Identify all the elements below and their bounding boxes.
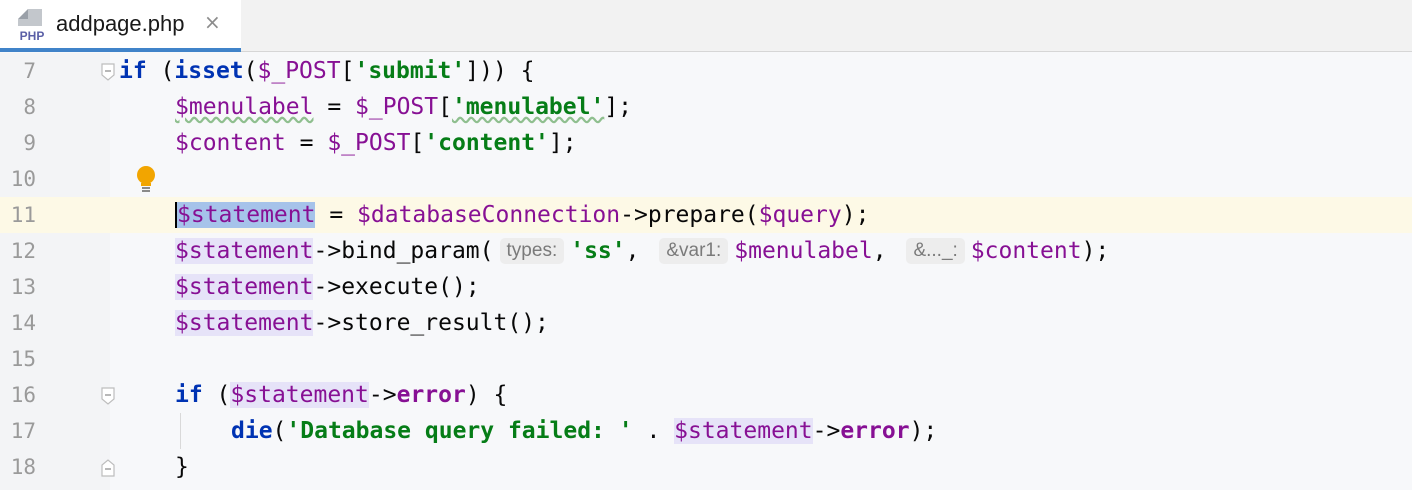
code-line-13: 13 $statement->execute();: [0, 269, 1412, 305]
fold-marker-icon[interactable]: [100, 387, 116, 405]
editor-tab-bar: PHP addpage.php ×: [0, 0, 1412, 52]
code-line-9: 9 $content = $_POST['content'];: [0, 125, 1412, 161]
fold-end-marker-icon[interactable]: [100, 459, 116, 477]
code-line-18: 18 }: [0, 449, 1412, 485]
line-number: 18: [10, 455, 36, 479]
line-number: 12: [10, 239, 36, 263]
line-number: 7: [23, 59, 36, 83]
fold-marker-icon[interactable]: [100, 63, 116, 81]
code-text: $statement = $databaseConnection->prepar…: [175, 202, 870, 228]
code-line-12: 12 $statement->bind_param(types:'ss', &v…: [0, 233, 1412, 269]
code-text: if (isset($_POST['submit'])) {: [119, 58, 535, 84]
selected-variable: $statement: [175, 202, 316, 228]
line-number: 13: [10, 275, 36, 299]
code-line-14: 14 $statement->store_result();: [0, 305, 1412, 341]
line-number: 17: [10, 419, 36, 443]
php-file-icon: PHP: [16, 9, 48, 42]
tab-label: addpage.php: [56, 11, 185, 36]
code-text: $statement->execute();: [175, 274, 480, 300]
code-line-7: 7 if (isset($_POST['submit'])) {: [0, 53, 1412, 89]
code-line-16: 16 if ($statement->error) {: [0, 377, 1412, 413]
code-line-15: 15: [0, 341, 1412, 377]
code-text: $statement->bind_param(types:'ss', &var1…: [175, 238, 1110, 264]
code-text: $menulabel = $_POST['menulabel'];: [175, 94, 633, 120]
line-number: 16: [10, 383, 36, 407]
lightbulb-icon[interactable]: [134, 165, 158, 195]
code-text: }: [175, 454, 189, 480]
code-line-17: 17 die('Database query failed: ' . $stat…: [0, 413, 1412, 449]
code-editor[interactable]: 7 if (isset($_POST['submit'])) { 8 $menu…: [0, 53, 1412, 490]
close-icon[interactable]: ×: [204, 10, 221, 34]
line-number: 11: [10, 203, 36, 227]
line-number: 14: [10, 311, 36, 335]
code-text: die('Database query failed: ' . $stateme…: [231, 418, 938, 444]
line-number: 15: [10, 347, 36, 371]
code-text: if ($statement->error) {: [175, 382, 508, 408]
code-line-8: 8 $menulabel = $_POST['menulabel'];: [0, 89, 1412, 125]
code-text: $statement->store_result();: [175, 310, 549, 336]
line-number: 10: [10, 167, 36, 191]
line-number: 8: [23, 95, 36, 119]
tab-addpage-php[interactable]: PHP addpage.php ×: [0, 0, 241, 52]
php-badge-text: PHP: [20, 29, 45, 42]
parameter-hint: &..._:: [906, 238, 965, 264]
line-number: 9: [23, 131, 36, 155]
parameter-hint: &var1:: [659, 238, 729, 264]
code-text: $content = $_POST['content'];: [175, 130, 577, 156]
code-line-11: 11 $statement = $databaseConnection->pre…: [0, 197, 1412, 233]
code-line-10: 10: [0, 161, 1412, 197]
parameter-hint: types:: [499, 238, 565, 264]
